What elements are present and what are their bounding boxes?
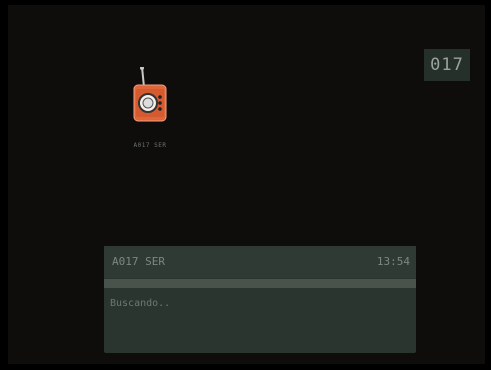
info-header: A017 SER 13:54: [104, 246, 416, 278]
radio-icon-graphic: [133, 66, 167, 122]
station-name: A017 SER: [112, 255, 165, 268]
channel-number-badge: 017: [424, 49, 470, 81]
channel-number: 017: [430, 55, 464, 75]
tv-screen: 017 A017 SER A017 SER 13:54 Buscando..: [8, 5, 485, 364]
radio-caption: A017 SER: [133, 142, 167, 149]
status-text: Buscando..: [110, 298, 171, 309]
channel-info-panel: A017 SER 13:54 Buscando..: [104, 246, 416, 353]
clock: 13:54: [376, 255, 410, 268]
progress-bar: [104, 279, 416, 288]
